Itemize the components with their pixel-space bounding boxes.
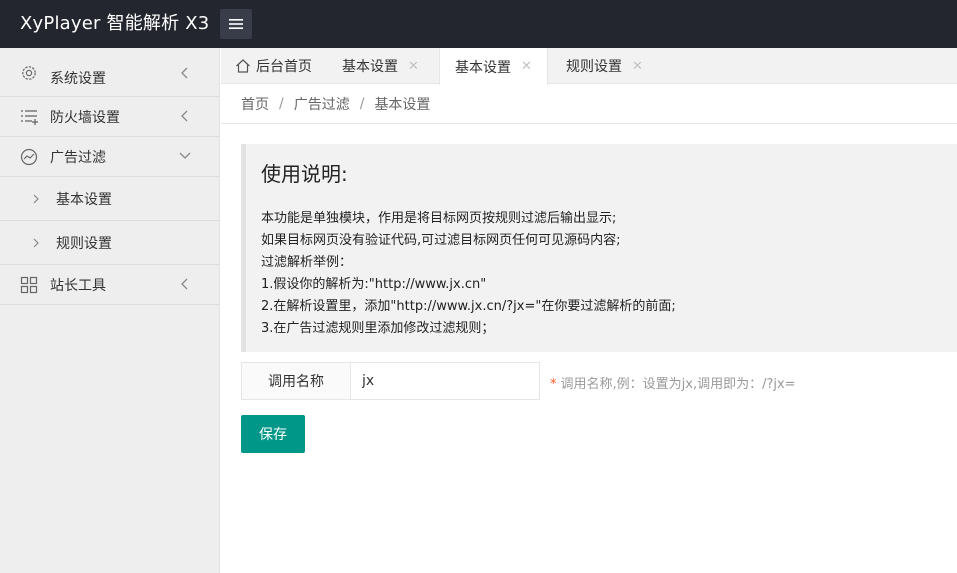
usage-notice: 使用说明: 本功能是单独模块，作用是将目标网页按规则过滤后输出显示; 如果目标网…: [241, 144, 957, 352]
breadcrumb-item-ad-filter[interactable]: 广告过滤: [294, 94, 350, 114]
app-title: XyPlayer 智能解析 X3: [20, 13, 210, 34]
chevron-down-icon: [179, 152, 191, 159]
required-mark: *: [550, 377, 557, 392]
sidebar-item-label: 防火墙设置: [50, 109, 120, 126]
chevron-left-icon: [181, 278, 188, 290]
notice-line: 3.在广告过滤规则里添加修改过滤规则；: [261, 321, 495, 336]
notice-line: 本功能是单独模块，作用是将目标网页按规则过滤后输出显示;: [261, 211, 617, 226]
tab-bar: 后台首页 基本设置 ✕ 基本设置 ✕ 规则设置 ✕: [221, 48, 957, 85]
breadcrumb-separator: /: [359, 95, 365, 112]
notice-line: 2.在解析设置里，添加"http://www.jx.cn/?jx="在你要过滤解…: [261, 299, 676, 314]
close-icon[interactable]: ✕: [521, 59, 532, 74]
call-name-hint: * 调用名称,例：设置为jx,调用即为：/?jx=: [550, 373, 796, 392]
tab-label: 基本设置: [455, 59, 511, 76]
call-name-input[interactable]: [350, 362, 540, 400]
notice-line: 如果目标网页没有验证代码,可过滤目标网页任何可见源码内容;: [261, 233, 621, 248]
breadcrumb-item-home[interactable]: 首页: [241, 94, 269, 114]
save-button[interactable]: 保存: [241, 415, 305, 453]
sidebar-item-label: 广告过滤: [50, 149, 106, 166]
breadcrumb: 首页 / 广告过滤 / 基本设置: [221, 84, 957, 124]
tab-basic-settings-active[interactable]: 基本设置 ✕: [439, 48, 548, 85]
chevron-right-icon: [33, 194, 39, 204]
sidebar-subitem-basic-settings[interactable]: 基本设置: [0, 177, 219, 221]
sidebar: 系统设置 防火墙设置 广告过滤 基本设置 规则设置 站长工具: [0, 48, 220, 573]
notice-line: 1.假设你的解析为:"http://www.jx.cn": [261, 277, 487, 292]
call-name-label: 调用名称: [241, 362, 351, 400]
close-icon[interactable]: ✕: [408, 59, 419, 74]
home-icon: [236, 59, 250, 73]
tab-label: 后台首页: [256, 59, 312, 75]
sidebar-item-system-settings[interactable]: 系统设置: [0, 48, 219, 97]
breadcrumb-item-current: 基本设置: [374, 96, 431, 113]
tab-label: 基本设置: [342, 59, 398, 75]
top-header: XyPlayer 智能解析 X3: [0, 0, 957, 48]
tab-label: 规则设置: [566, 59, 622, 75]
sidebar-subitem-label: 规则设置: [56, 235, 112, 252]
grid-icon: [20, 276, 38, 294]
sidebar-subitem-rule-settings[interactable]: 规则设置: [0, 221, 219, 265]
notice-title: 使用说明:: [261, 162, 348, 186]
sidebar-item-label: 站长工具: [50, 277, 106, 294]
tab-rule-settings[interactable]: 规则设置 ✕: [566, 48, 643, 84]
sidebar-item-firewall[interactable]: 防火墙设置: [0, 97, 219, 137]
sidebar-item-webmaster-tools[interactable]: 站长工具: [0, 265, 219, 305]
chevron-right-icon: [33, 238, 39, 248]
breadcrumb-separator: /: [279, 95, 284, 112]
chart-icon: [20, 148, 38, 166]
menu-toggle-button[interactable]: [220, 9, 252, 39]
close-icon[interactable]: ✕: [632, 59, 643, 74]
sidebar-item-label: 系统设置: [50, 71, 106, 87]
sidebar-item-ad-filter[interactable]: 广告过滤: [0, 137, 219, 177]
gear-icon: [22, 66, 36, 80]
chevron-left-icon: [181, 67, 188, 79]
notice-line: 过滤解析举例：: [261, 255, 353, 270]
tab-basic-settings[interactable]: 基本设置 ✕: [342, 48, 419, 84]
menu-icon: [229, 19, 243, 29]
hint-text: 调用名称,例：设置为jx,调用即为：/?jx=: [560, 377, 796, 392]
list-icon: [21, 110, 38, 125]
sidebar-subitem-label: 基本设置: [56, 191, 112, 208]
chevron-left-icon: [181, 110, 188, 122]
tab-home[interactable]: 后台首页: [235, 48, 312, 84]
